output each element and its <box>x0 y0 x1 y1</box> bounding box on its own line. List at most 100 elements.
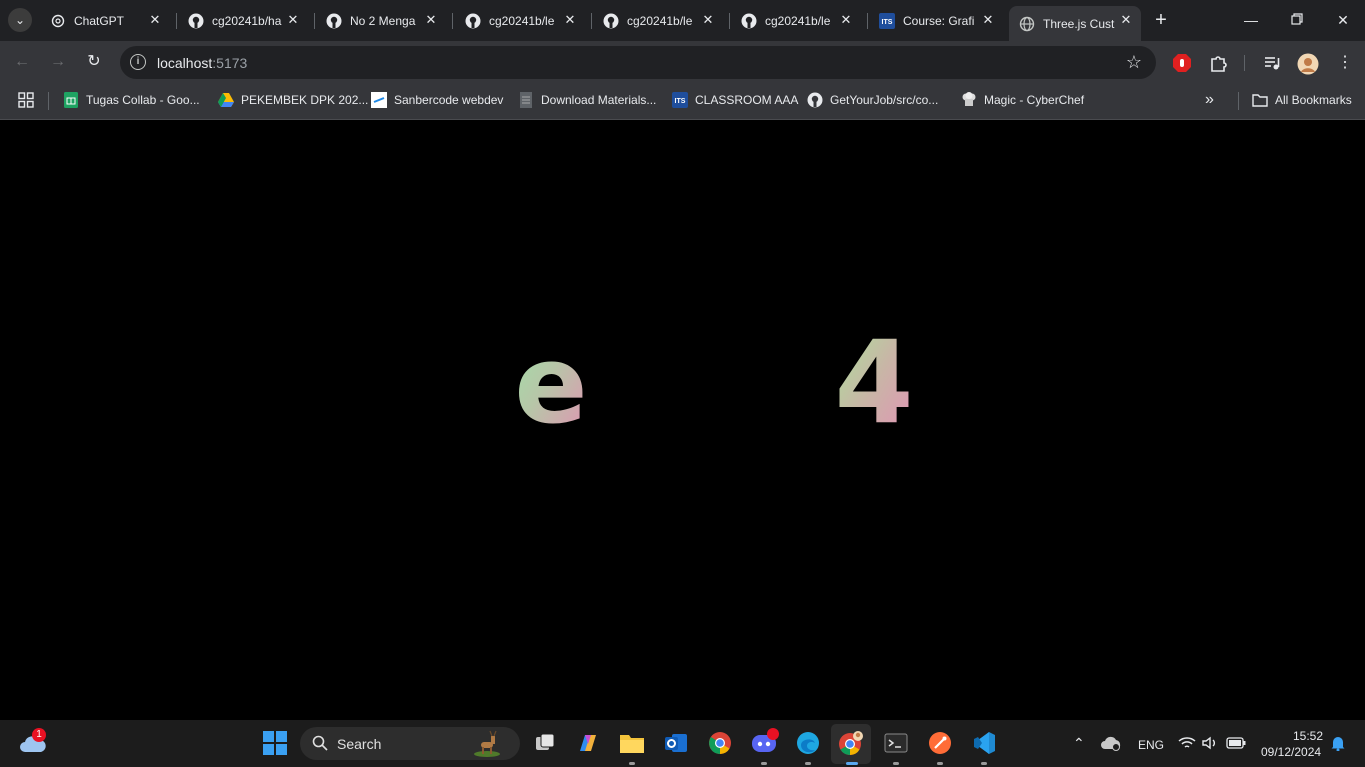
address-bar[interactable]: i localhost:5173 ☆ <box>120 46 1156 79</box>
copilot-icon[interactable] <box>575 730 601 756</box>
all-bookmarks-folder[interactable]: All Bookmarks <box>1252 91 1352 109</box>
threejs-canvas[interactable]: e 4 <box>0 121 1365 720</box>
close-tab-icon[interactable]: ✕ <box>701 13 715 27</box>
new-tab-icon[interactable]: + <box>1150 9 1172 31</box>
tab-search-chevron-icon[interactable]: ⌄ <box>8 8 32 32</box>
tab-course[interactable]: ITS Course: Grafi ✕ <box>869 6 1003 35</box>
tab-github-2[interactable]: No 2 Menga ✕ <box>316 6 446 35</box>
chrome-icon[interactable] <box>707 730 733 756</box>
site-info-icon[interactable]: i <box>130 54 146 70</box>
minimize-icon[interactable]: — <box>1241 10 1261 30</box>
chef-icon <box>961 92 977 108</box>
discord-notification-dot <box>767 728 779 740</box>
bookmark-label: Magic - CyberChef <box>984 93 1085 107</box>
close-tab-icon[interactable]: ✕ <box>286 13 300 27</box>
scene-svg: e 4 <box>514 316 913 449</box>
url-port: :5173 <box>212 55 248 71</box>
adblock-extension-icon[interactable] <box>1172 53 1192 73</box>
bookmark-getyourjob[interactable]: GetYourJob/src/co... <box>807 91 938 109</box>
apps-grid-icon[interactable] <box>18 91 34 109</box>
github-icon <box>603 13 619 29</box>
close-tab-icon[interactable]: ✕ <box>424 13 438 27</box>
drive-icon <box>218 92 234 108</box>
wifi-icon[interactable] <box>1178 734 1196 752</box>
doc-icon <box>518 92 534 108</box>
language-indicator[interactable]: ENG <box>1138 738 1164 752</box>
tab-threejs-active[interactable]: Three.js Cust ✕ <box>1009 6 1141 41</box>
clock-time[interactable]: 15:52 <box>1293 729 1323 743</box>
menu-kebab-icon[interactable]: ⋮ <box>1335 53 1355 73</box>
url-text[interactable]: localhost:5173 <box>157 55 247 71</box>
bookmark-tugas-collab[interactable]: Tugas Collab - Goo... <box>63 91 200 109</box>
close-tab-icon[interactable]: ✕ <box>839 13 853 27</box>
restore-icon[interactable] <box>1287 10 1307 30</box>
weather-notification-badge: 1 <box>32 728 46 742</box>
running-indicator <box>629 762 635 765</box>
vscode-icon[interactable] <box>971 730 997 756</box>
github-icon <box>741 13 757 29</box>
bookmark-classroom[interactable]: ITS CLASSROOM AAA <box>672 91 798 109</box>
tab-label: cg20241b/le <box>489 13 555 28</box>
chrome-profile-icon[interactable] <box>838 730 864 756</box>
running-indicator <box>981 762 987 765</box>
bookmark-star-icon[interactable]: ☆ <box>1126 52 1142 73</box>
running-indicator <box>893 762 899 765</box>
svg-text:ITS: ITS <box>882 19 893 26</box>
notification-bell-icon[interactable] <box>1330 735 1346 751</box>
scene-glyph-e: e <box>514 323 587 448</box>
bookmarks-bar: Tugas Collab - Goo... PEKEMBEK DPK 202..… <box>0 84 1365 120</box>
tab-label: Three.js Cust <box>1043 16 1115 31</box>
terminal-icon[interactable] <box>883 730 909 756</box>
tab-github-3[interactable]: cg20241b/le ✕ <box>455 6 585 35</box>
more-bookmarks-chevron-icon[interactable]: » <box>1205 91 1214 109</box>
back-icon[interactable]: ← <box>11 51 33 73</box>
search-icon <box>312 735 328 754</box>
taskbar-search-box[interactable]: Search <box>300 727 520 760</box>
globe-icon <box>1019 16 1035 32</box>
forward-icon[interactable]: → <box>47 51 69 73</box>
bookmark-pekembek[interactable]: PEKEMBEK DPK 202... <box>218 91 368 109</box>
tab-chatgpt[interactable]: ChatGPT ✕ <box>40 6 170 35</box>
tab-github-4[interactable]: cg20241b/le ✕ <box>593 6 723 35</box>
running-indicator-active <box>846 762 858 765</box>
tab-github-5[interactable]: cg20241b/le ✕ <box>731 6 861 35</box>
profile-avatar[interactable] <box>1297 53 1319 75</box>
close-tab-icon[interactable]: ✕ <box>563 13 577 27</box>
close-window-icon[interactable]: ✕ <box>1333 10 1353 30</box>
clock-date[interactable]: 09/12/2024 <box>1261 745 1321 759</box>
tab-label: cg20241b/le <box>627 13 693 28</box>
tray-overflow-chevron-icon[interactable]: ⌃ <box>1073 735 1085 752</box>
edge-icon[interactable] <box>795 730 821 756</box>
all-bookmarks-label: All Bookmarks <box>1275 93 1352 107</box>
sanbercode-icon <box>371 92 387 108</box>
search-placeholder: Search <box>337 736 382 752</box>
bookmark-sanbercode[interactable]: Sanbercode webdev <box>371 91 503 109</box>
running-indicator <box>761 762 767 765</box>
task-view-icon[interactable] <box>532 730 558 756</box>
extensions-puzzle-icon[interactable] <box>1208 53 1228 73</box>
battery-icon[interactable] <box>1226 734 1246 752</box>
tab-label: No 2 Menga <box>350 13 416 28</box>
windows-start-icon[interactable] <box>262 730 288 756</box>
close-tab-icon[interactable]: ✕ <box>1119 13 1133 27</box>
reload-icon[interactable]: ↻ <box>83 51 105 73</box>
svg-text:ITS: ITS <box>675 98 686 105</box>
close-tab-icon[interactable]: ✕ <box>148 13 162 27</box>
tab-label: Course: Grafi <box>903 13 975 28</box>
chatgpt-icon <box>50 13 66 29</box>
media-control-icon[interactable] <box>1262 53 1282 73</box>
bookmark-label: GetYourJob/src/co... <box>830 93 939 107</box>
onedrive-sync-icon[interactable] <box>1100 732 1122 754</box>
tab-label: cg20241b/le <box>765 13 831 28</box>
bookmark-download-materials[interactable]: Download Materials... <box>518 91 656 109</box>
outlook-icon[interactable] <box>663 730 689 756</box>
tab-github-1[interactable]: cg20241b/ha ✕ <box>178 6 308 35</box>
deer-search-highlight-icon <box>472 730 502 761</box>
postman-icon[interactable] <box>927 730 953 756</box>
bookmark-cyberchef[interactable]: Magic - CyberChef <box>961 91 1084 109</box>
volume-icon[interactable] <box>1201 734 1219 752</box>
close-tab-icon[interactable]: ✕ <box>981 13 995 27</box>
sheets-icon <box>63 92 79 108</box>
file-explorer-icon[interactable] <box>619 730 645 756</box>
tab-label: cg20241b/ha <box>212 13 282 28</box>
